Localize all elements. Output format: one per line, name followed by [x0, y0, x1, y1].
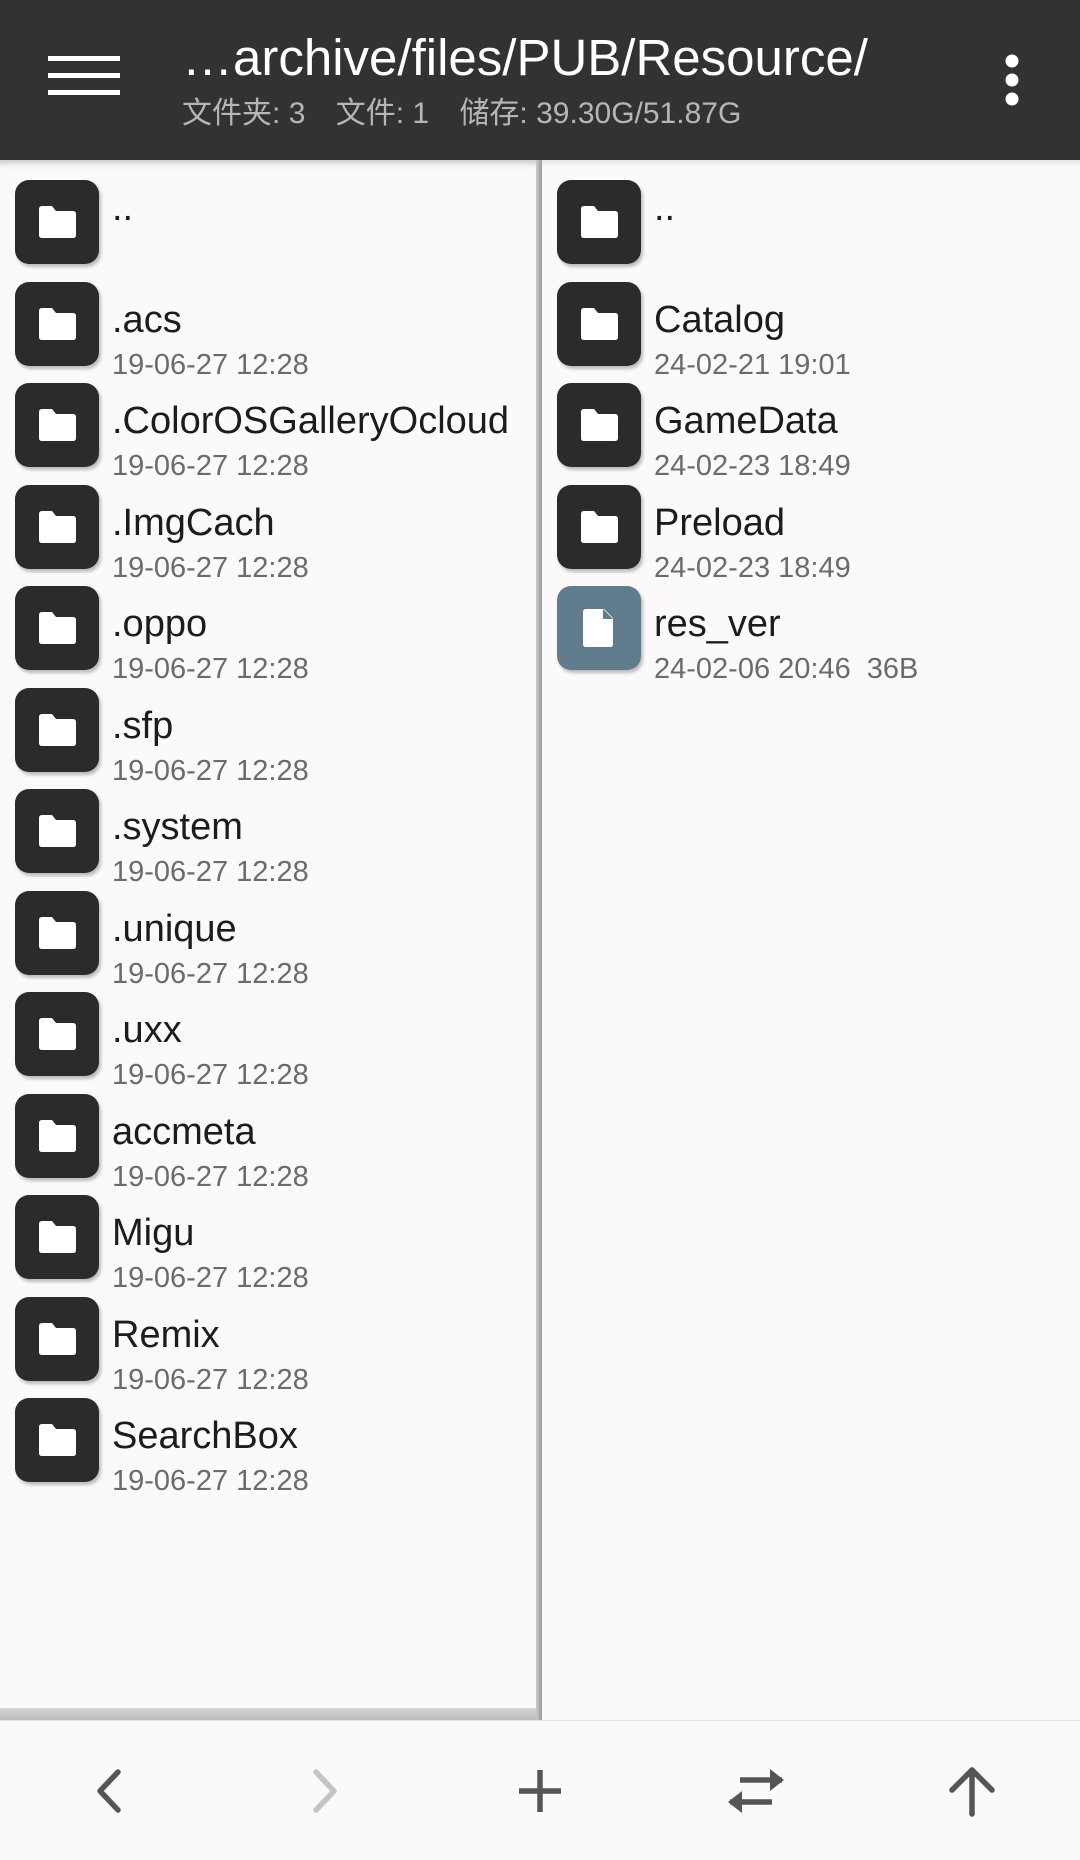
item-name: .oppo: [112, 603, 208, 645]
item-name: .ColorOSGalleryOcloud: [112, 400, 510, 442]
hamburger-menu-icon[interactable]: [38, 36, 130, 116]
top-app-bar: …archive/files/PUB/Resource/ 文件夹: 3 文件: …: [0, 0, 1080, 160]
file-count: 文件: 1: [335, 97, 430, 130]
folder-icon: [15, 281, 99, 366]
item-meta: 19-06-27 12:28: [112, 1464, 309, 1498]
item-name: Remix: [112, 1313, 220, 1356]
item-date: 24-02-06 20:46: [654, 653, 851, 685]
folder-icon: [15, 890, 99, 975]
item-name: ..: [654, 187, 676, 229]
folder-icon: [15, 1093, 99, 1178]
item-name: Preload: [654, 501, 785, 544]
folder-icon: [557, 383, 641, 467]
item-name: ..: [112, 187, 134, 229]
folder-icon: [557, 180, 641, 264]
folder-count: 文件夹: 3: [182, 97, 306, 130]
item-name: .ImgCach: [112, 501, 275, 544]
item-size: 36B: [866, 653, 919, 685]
item-name: Catalog: [654, 298, 785, 341]
folder-icon: [15, 1296, 99, 1381]
right-file-pane[interactable]: .. Catalog 24-02-21 19:01 GameData 24-02-23 …: [542, 160, 1080, 1720]
storage-summary: 文件夹: 3 文件: 1 储存: 39.30G/51.87G: [182, 96, 763, 132]
item-name: accmeta: [112, 1110, 256, 1153]
folder-icon: [15, 789, 99, 873]
folder-icon: [557, 281, 641, 366]
pane-divider: [536, 160, 542, 1720]
item-name: Migu: [112, 1212, 195, 1254]
swap-panes-icon[interactable]: [706, 1741, 806, 1841]
folder-row[interactable]: SearchBox 19-06-27 12:28: [0, 1378, 536, 1498]
forward-arrow-icon[interactable]: [274, 1741, 374, 1841]
item-name: .uxx: [112, 1009, 182, 1051]
item-name: .sfp: [112, 704, 174, 747]
storage-usage: 储存: 39.30G/51.87G: [459, 97, 742, 130]
folder-icon: [15, 586, 99, 670]
item-name: GameData: [654, 400, 838, 442]
folder-icon: [15, 1195, 99, 1279]
item-name: SearchBox: [112, 1415, 298, 1457]
item-name: .system: [112, 806, 243, 848]
left-pane-scroll-edge: [0, 1708, 536, 1720]
back-arrow-icon[interactable]: [58, 1741, 158, 1841]
folder-icon: [15, 180, 99, 264]
current-path-title[interactable]: …archive/files/PUB/Resource/: [182, 28, 930, 88]
item-date: 19-06-27 12:28: [112, 1465, 309, 1497]
item-name: res_ver: [654, 603, 781, 645]
folder-icon: [15, 383, 99, 467]
item-meta: 24-02-06 20:46 36B: [654, 652, 918, 686]
folder-icon: [15, 992, 99, 1076]
item-name: .unique: [112, 907, 237, 950]
file-row[interactable]: res_ver 24-02-06 20:46 36B: [542, 566, 1080, 686]
more-vertical-icon[interactable]: [976, 40, 1048, 120]
up-arrow-icon[interactable]: [922, 1741, 1022, 1841]
left-file-pane[interactable]: .. .acs 19-06-27 12:28 .ColorOSGalleryOclou…: [0, 160, 536, 1720]
folder-icon: [15, 484, 99, 569]
item-name: .acs: [112, 298, 182, 341]
file-icon: [557, 586, 641, 670]
folder-icon: [15, 687, 99, 772]
bottom-toolbar: [0, 1720, 1080, 1860]
folder-icon: [557, 484, 641, 569]
add-icon[interactable]: [490, 1741, 590, 1841]
folder-icon: [15, 1398, 99, 1482]
